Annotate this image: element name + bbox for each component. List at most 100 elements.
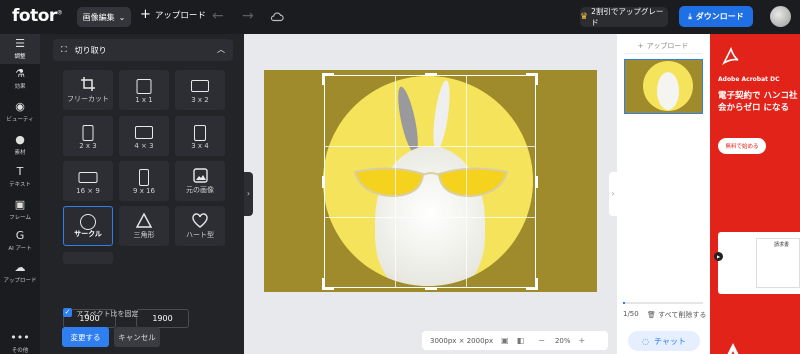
plus-icon: + — [140, 7, 151, 22]
add-page-label: アップロード — [646, 42, 689, 50]
delete-all-button[interactable]: 🗑 すべて削除する — [647, 310, 706, 320]
crop-handle-bottom-left[interactable] — [322, 278, 334, 290]
canvas-size: 3000px × 2000px — [430, 336, 494, 345]
fotor-logo[interactable]: fotor® — [12, 6, 63, 26]
sticker-icon: ● — [15, 133, 25, 146]
preset-original[interactable]: 元の画像 — [175, 161, 225, 201]
grid-line — [325, 217, 535, 218]
landscape-icon — [135, 126, 153, 139]
preset-3x2[interactable]: 3 x 2 — [175, 70, 225, 110]
page-thumbnail[interactable] — [624, 59, 703, 114]
ad-banner[interactable]: Adobe Acrobat DC 電子契約で ハンコ社会からゼロ になる 無料で… — [710, 34, 800, 354]
grid-line — [325, 146, 535, 147]
grid-line — [395, 76, 396, 287]
crop-icon: ⛶ — [61, 45, 67, 54]
crop-section-title: 切り取り — [74, 45, 107, 55]
zoom-out-icon[interactable]: − — [538, 336, 545, 345]
crop-handle-left[interactable] — [322, 176, 325, 188]
redo-icon[interactable]: → — [242, 8, 254, 24]
rail-item-elements[interactable]: ● 素材 — [0, 133, 40, 157]
preset-triangle[interactable]: 三角形 — [119, 206, 169, 246]
preset-16x9[interactable]: 16 × 9 — [63, 161, 113, 201]
crop-section-header[interactable]: ⛶ 切り取り ︿ — [53, 39, 233, 61]
trash-icon: 🗑 — [647, 311, 656, 319]
zoom-in-icon[interactable]: + — [579, 336, 586, 345]
upgrade-label: 2割引でアップグレード — [591, 7, 664, 27]
preset-free[interactable]: フリーカット — [63, 70, 113, 110]
chevron-down-icon: ⌄ — [118, 12, 126, 22]
adobe-logo — [727, 343, 739, 354]
rail-item-beauty[interactable]: ◉ ビューティ — [0, 101, 40, 124]
add-page-button[interactable]: + アップロード — [624, 39, 702, 54]
crop-handle-bottom-right[interactable] — [526, 278, 538, 290]
download-icon: ⤓ — [688, 11, 692, 21]
undo-icon[interactable]: ← — [212, 8, 224, 24]
landscape-icon — [191, 80, 209, 92]
rail-item-more[interactable]: ••• その他 — [0, 332, 40, 354]
storage-progress — [623, 302, 703, 304]
plus-icon: + — [637, 42, 644, 50]
rail-item-ai-art[interactable]: G AI アート — [0, 230, 40, 253]
zoom-level: 20% — [554, 336, 571, 345]
circle-icon — [80, 214, 96, 230]
image-edit-menu[interactable]: 画像編集 ⌄ — [77, 7, 131, 27]
frame-icon: ▣ — [14, 198, 26, 211]
preset-heart[interactable]: ハート型 — [175, 206, 225, 246]
crop-panel: ⛶ 切り取り ︿ フリーカット 1 x 1 3 x 2 2 x 3 4 × 3 … — [40, 34, 275, 354]
ad-cta-button[interactable]: 無料で始める — [718, 138, 766, 154]
chat-icon: ◌ — [642, 336, 650, 346]
ad-brand: Adobe Acrobat DC — [718, 76, 780, 83]
rail-item-text[interactable]: T テキスト — [0, 166, 40, 189]
crop-handle-top[interactable] — [425, 73, 437, 76]
preset-more[interactable] — [63, 252, 113, 264]
crop-handle-bottom[interactable] — [425, 287, 437, 290]
download-button[interactable]: ⤓ ダウンロード — [679, 6, 753, 27]
canvas-area — [244, 34, 617, 354]
upgrade-button[interactable]: ♛ 2割引でアップグレード — [580, 7, 668, 27]
upload-button[interactable]: + アップロード — [140, 7, 206, 22]
avatar[interactable] — [770, 6, 791, 27]
rail-item-upload[interactable]: ☁ アップロード — [0, 261, 40, 285]
crop-handle-top-right[interactable] — [526, 73, 538, 85]
grid-line — [466, 76, 467, 287]
photo[interactable] — [264, 70, 597, 292]
canvas-status-bar: 3000px × 2000px ▣ ◧ − 20% + — [422, 331, 608, 350]
apply-button[interactable]: 変更する — [62, 327, 109, 347]
image-icon — [193, 168, 208, 183]
portrait-icon — [194, 125, 206, 141]
cloud-save-icon[interactable] — [270, 10, 284, 24]
upload-label: アップロード — [154, 11, 206, 21]
crop-handle-top-left[interactable] — [322, 73, 334, 85]
preset-4x3[interactable]: 4 × 3 — [119, 116, 169, 156]
crop-icon — [81, 77, 95, 91]
pages-panel: + アップロード 1/50 🗑 すべて削除する ◌ チャット — [617, 34, 710, 354]
preset-3x4[interactable]: 3 x 4 — [175, 116, 225, 156]
collapse-panel-tab[interactable]: › — [244, 172, 253, 216]
image-icon[interactable]: ▣ — [501, 336, 509, 345]
chevron-up-icon: ︿ — [217, 45, 225, 54]
rail-item-effects[interactable]: ⚗ 効果 — [0, 67, 40, 91]
preset-1x1[interactable]: 1 x 1 — [119, 70, 169, 110]
keep-ratio-checkbox[interactable]: ✓ — [63, 308, 72, 317]
tall-icon — [139, 169, 149, 186]
ad-copy: 電子契約で ハンコ社会からゼロ になる — [718, 91, 798, 113]
more-icon: ••• — [10, 331, 30, 344]
preset-2x3[interactable]: 2 x 3 — [63, 116, 113, 156]
cloud-upload-icon: ☁ — [14, 261, 26, 274]
square-icon — [136, 79, 152, 94]
rail-item-frame[interactable]: ▣ フレーム — [0, 198, 40, 222]
tool-rail: ☰ 調整 ⚗ 効果 ◉ ビューティ ● 素材 T テキスト ▣ フレーム G A… — [0, 34, 40, 354]
crop-frame[interactable] — [322, 73, 538, 290]
crop-handle-right[interactable] — [535, 176, 538, 188]
cancel-button[interactable]: キャンセル — [114, 327, 160, 347]
height-input[interactable]: 1900 — [136, 309, 189, 328]
play-icon[interactable]: ▶ — [714, 252, 723, 261]
ad-device-mockup: 請求書 — [718, 232, 800, 294]
pages-expand-tab[interactable]: › — [609, 172, 617, 216]
preset-9x16[interactable]: 9 x 16 — [119, 161, 169, 201]
rail-item-adjust[interactable]: ☰ 調整 — [0, 34, 40, 64]
preset-circle[interactable]: サークル — [63, 206, 113, 246]
flask-icon: ⚗ — [15, 67, 25, 80]
compare-icon[interactable]: ◧ — [517, 336, 525, 345]
chat-button[interactable]: ◌ チャット — [628, 331, 700, 351]
